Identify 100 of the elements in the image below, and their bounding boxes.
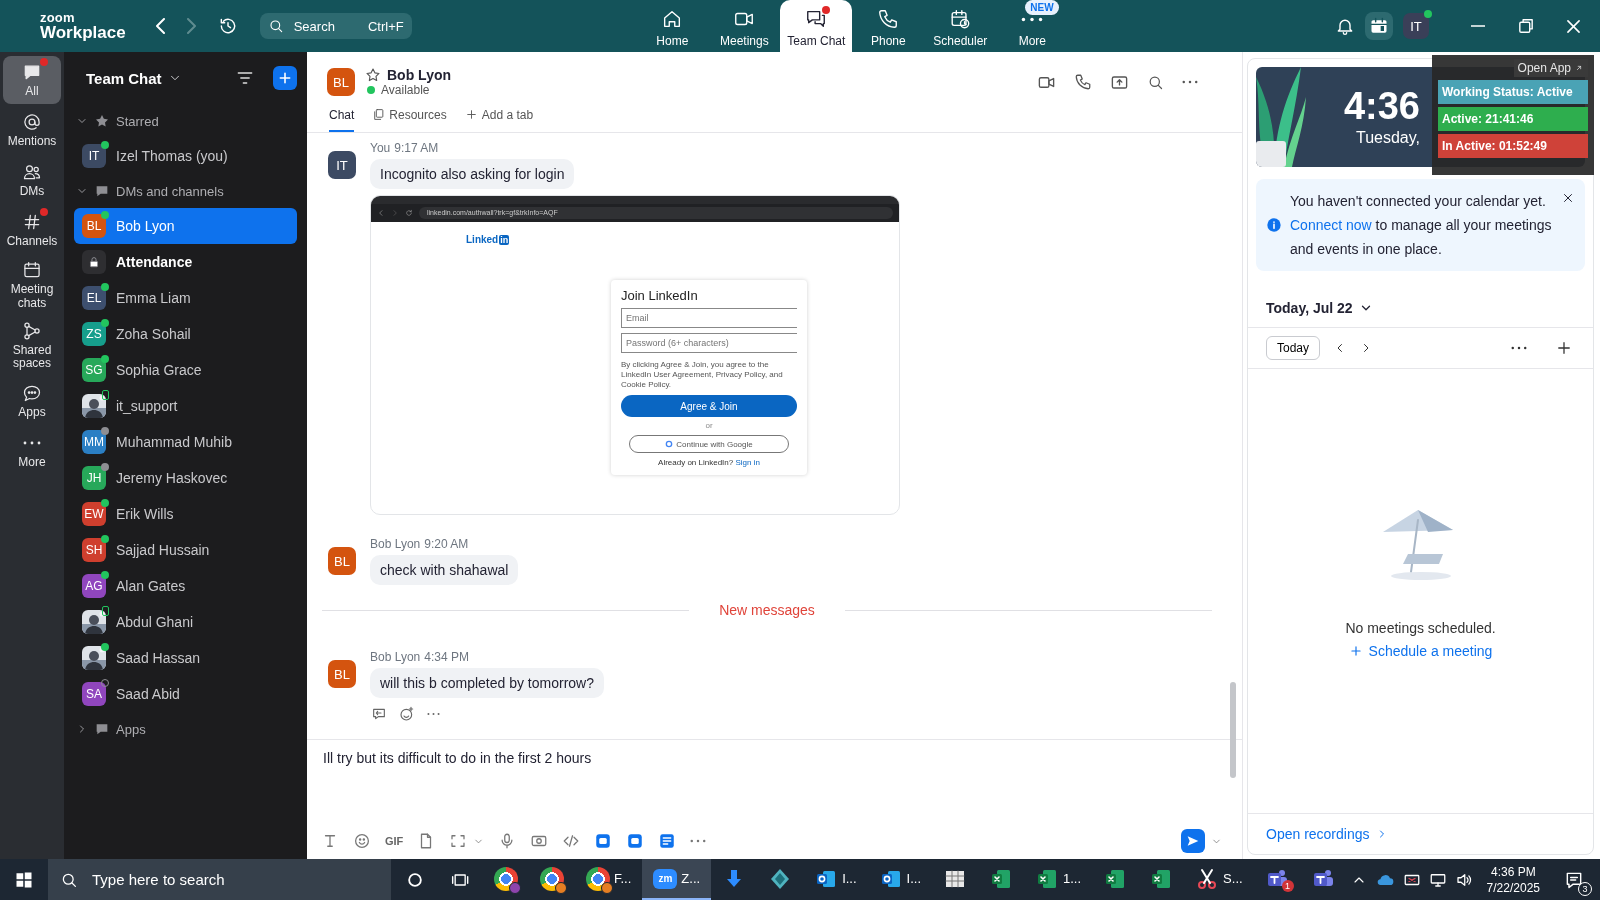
restore-icon[interactable] <box>1519 19 1533 33</box>
sender-name: Bob Lyon <box>370 650 421 666</box>
taskbar-app[interactable]: F... <box>575 859 643 900</box>
connect-now-link[interactable]: Connect now <box>1290 217 1372 233</box>
rail-item[interactable]: Mentions <box>3 106 61 154</box>
more-icon <box>1021 17 1044 22</box>
conversation-item[interactable]: Saad Hassan <box>74 640 297 676</box>
new-chat-button[interactable] <box>273 66 297 90</box>
contact-avatar: IT <box>82 144 106 168</box>
password-field[interactable]: Password (6+ characters) <box>621 333 797 353</box>
section-header[interactable]: Apps <box>74 712 297 746</box>
close-icon[interactable] <box>1561 191 1575 205</box>
plus-icon[interactable] <box>1555 339 1573 357</box>
conversation-item[interactable]: Attendance <box>74 244 297 280</box>
scrollbar-thumb[interactable] <box>1230 682 1236 778</box>
taskbar-app[interactable]: I... <box>867 859 933 900</box>
back-icon[interactable] <box>155 18 165 34</box>
conversation-item[interactable]: IT Izel Thomas (you) <box>74 138 297 174</box>
clock-date: Tuesday, <box>1355 129 1420 147</box>
nav-tab[interactable]: Home <box>636 0 709 52</box>
star-icon[interactable] <box>365 67 381 83</box>
more-icon[interactable] <box>1511 346 1527 350</box>
empty-state-text: No meetings scheduled. <box>1345 620 1496 636</box>
app-icon[interactable] <box>626 832 645 850</box>
chat-tab[interactable]: Chat <box>329 108 355 132</box>
date-label[interactable]: Today, Jul 22 <box>1266 300 1353 316</box>
calendar-icon[interactable] <box>1369 16 1389 36</box>
search-box[interactable]: Search Ctrl+F <box>259 13 412 39</box>
conversation-item[interactable]: EW Erik Wills <box>74 496 297 532</box>
google-button[interactable]: Continue with Google <box>629 435 789 453</box>
phone-call-icon[interactable] <box>1074 73 1092 91</box>
add-reaction-icon[interactable] <box>399 706 415 722</box>
windows-logo-icon[interactable] <box>15 870 33 889</box>
section-header[interactable]: Starred <box>74 104 297 138</box>
rail-item[interactable]: More <box>3 427 61 476</box>
today-button[interactable]: Today <box>1266 336 1321 360</box>
nav-tab[interactable]: Meetings <box>708 0 781 52</box>
code-icon[interactable] <box>562 832 581 850</box>
reload-icon <box>405 209 413 217</box>
signin-link[interactable]: Sign in <box>735 458 760 467</box>
schedule-meeting-link[interactable]: Schedule a meeting <box>1342 642 1499 660</box>
chat-tab[interactable]: Add a tab <box>464 108 534 132</box>
reply-icon[interactable] <box>371 706 387 722</box>
sender-name: Bob Lyon <box>370 537 421 553</box>
rail-item[interactable]: Apps <box>3 377 61 426</box>
conversation-item[interactable]: Abdul Ghani <box>74 604 297 640</box>
email-field[interactable]: Email <box>621 308 797 328</box>
user-avatar[interactable]: IT <box>1403 13 1429 39</box>
taskbar-app[interactable]: S... <box>1184 859 1254 900</box>
chat-icon <box>805 8 828 30</box>
taskbar-search-box[interactable]: Type here to search <box>48 859 391 900</box>
agree-join-button[interactable]: Agree & Join <box>621 395 797 417</box>
send-button[interactable] <box>1181 829 1205 853</box>
conversation-item[interactable]: EL Emma Liam <box>74 280 297 316</box>
nav-tab[interactable]: Phone <box>852 0 925 52</box>
status-row: Working Status: Active <box>1438 80 1588 104</box>
emoji-icon[interactable] <box>353 832 371 850</box>
conversation-item[interactable]: ZS Zoha Sohail <box>74 316 297 352</box>
plus-icon <box>464 108 478 121</box>
more-icon[interactable] <box>1182 80 1198 84</box>
screenshot-icon[interactable] <box>449 832 468 850</box>
conversation-item[interactable]: SA Saad Abid <box>74 676 297 712</box>
taskbar-app[interactable]: zm Z... <box>642 859 712 900</box>
app-icon[interactable] <box>594 832 613 850</box>
conversation-item[interactable]: it_support <box>74 388 297 424</box>
nav-tab[interactable]: Scheduler <box>924 0 997 52</box>
sender-avatar: BL <box>328 547 356 575</box>
conversation-item[interactable]: AG Alan Gates <box>74 568 297 604</box>
chat-tab[interactable]: Resources <box>372 108 447 132</box>
conversation-item[interactable]: BL Bob Lyon <box>74 208 297 244</box>
taskbar-clock[interactable]: 4:36 PM 7/22/2025 <box>1480 863 1546 896</box>
nav-tab[interactable]: Team Chat <box>780 0 853 52</box>
chevron-left-icon <box>377 209 385 217</box>
conversation-item[interactable]: SG Sophia Grace <box>74 352 297 388</box>
rail-item[interactable]: All <box>3 56 61 104</box>
rail-item[interactable]: Shared spaces <box>3 316 61 376</box>
logo-badge: in <box>499 234 510 245</box>
taskbar-app[interactable]: 1... <box>1024 859 1093 900</box>
sidebar-title[interactable]: Team Chat <box>86 69 162 87</box>
nav-tab[interactable]: NEW More <box>996 0 1069 52</box>
rail-item[interactable]: DMs <box>3 156 61 204</box>
conversation-item[interactable]: SH Sajjad Hussain <box>74 532 297 568</box>
info-icon <box>1266 217 1282 233</box>
document-app-icon[interactable] <box>658 832 677 850</box>
close-icon[interactable] <box>1567 19 1580 33</box>
presence-dot <box>1424 10 1432 18</box>
taskbar-search-field[interactable]: Type here to search <box>90 870 374 889</box>
rail-item[interactable]: Meeting chats <box>3 256 61 315</box>
notification-count: 3 <box>1578 881 1592 896</box>
conversation-item[interactable]: JH Jeremy Haskovec <box>74 460 297 496</box>
taskbar-app[interactable]: I... <box>803 859 868 900</box>
gif-button[interactable]: GIF <box>385 835 404 847</box>
message-time: 4:34 PM <box>424 650 469 666</box>
rail-item[interactable]: Channels <box>3 206 61 254</box>
section-header[interactable]: DMs and channels <box>74 174 297 208</box>
open-recordings-link[interactable]: Open recordings <box>1266 826 1370 842</box>
search-field[interactable]: Search <box>291 17 352 35</box>
taskbar-app[interactable]: 1 <box>1253 859 1300 900</box>
message-text: check with shahawal <box>370 555 519 585</box>
conversation-item[interactable]: MM Muhammad Muhib <box>74 424 297 460</box>
